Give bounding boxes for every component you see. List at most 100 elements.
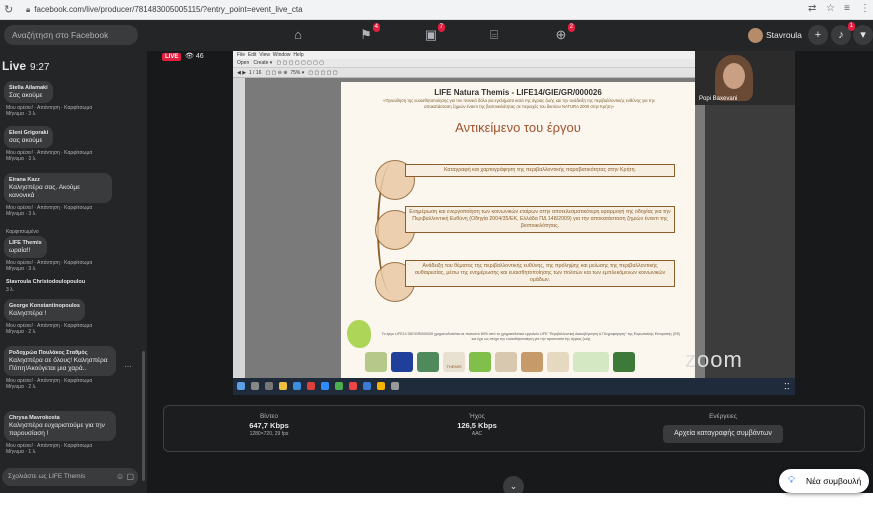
partner-logo bbox=[365, 352, 387, 372]
slide-subtitle: «Προώθηση της ευαισθητοποίησης για τον π… bbox=[383, 98, 655, 109]
author-name[interactable]: Ροδοχρώα Πουλάκος Σταθμός bbox=[9, 349, 111, 357]
message-actions[interactable]: Μου αρέσει! · Απάντηση · Καρφίτσωμα Μήνυμ… bbox=[4, 378, 116, 390]
message-text: Καλησπέρα σας. Ακούμε κανονικά bbox=[9, 184, 81, 199]
create-button[interactable]: + bbox=[808, 25, 828, 45]
message-meta: Μήνυμα · 3 λ. bbox=[6, 211, 37, 217]
app-icon bbox=[307, 382, 315, 390]
marketplace-icon[interactable]: ⌸ bbox=[484, 26, 504, 44]
chrome-icon bbox=[377, 382, 385, 390]
video-resolution: 1280×720, 29 fps bbox=[249, 431, 289, 437]
profile-shortcut[interactable]: Stavroula bbox=[748, 26, 802, 44]
message-meta: Μήνυμα · 3 λ. bbox=[6, 156, 37, 162]
groups-icon[interactable]: ⊕ 2 bbox=[551, 23, 575, 44]
message-actions[interactable]: Μου αρέσει! · Απάντηση · Καρφίτσωμα Μήνυμ… bbox=[4, 205, 112, 217]
comment-input[interactable]: Σχολιάστε ως LIFE Themis ☺ ▢ bbox=[2, 468, 138, 486]
page-bottom bbox=[0, 493, 873, 523]
slide-objective-item: Ανάδειξη του θέματος της περιβαλλοντικής… bbox=[405, 260, 675, 287]
home-icon[interactable]: ⌂ bbox=[288, 26, 308, 44]
windows-start-icon bbox=[237, 382, 245, 390]
slide-page: LIFE Natura Themis - LIFE14/GIE/GR/00002… bbox=[341, 82, 695, 378]
chat-message: George Konstantinopoulos Καλησπέρα ! Μου … bbox=[4, 299, 92, 335]
new-tip-label: Νέα συμβουλή bbox=[806, 476, 862, 486]
pinned-label: Καρφιτσωμένο bbox=[6, 229, 39, 235]
participant-face bbox=[723, 63, 745, 89]
author-name[interactable]: LIFE Themis bbox=[9, 239, 42, 247]
message-meta: Μήνυμα · 2 λ. bbox=[6, 329, 37, 335]
author-name[interactable]: George Konstantinopoulos bbox=[9, 302, 80, 310]
pdf-sidebar bbox=[233, 78, 245, 378]
eu-logo bbox=[391, 352, 413, 372]
comment-placeholder: Σχολιάστε ως LIFE Themis bbox=[8, 473, 86, 480]
gaming-icon[interactable]: ▣ 7 bbox=[421, 23, 445, 44]
search-input[interactable]: Αναζήτηση στο Facebook bbox=[4, 25, 138, 45]
chat-scrollbar[interactable] bbox=[142, 351, 145, 481]
notifications-button[interactable]: ♪ 1 bbox=[831, 22, 855, 45]
author-name[interactable]: Chrysa Mavrokosta bbox=[9, 414, 111, 422]
live-video-preview[interactable]: File Edit View Window Help Open Create ▾… bbox=[233, 51, 795, 395]
partner-logo bbox=[417, 352, 439, 372]
chat-message: Stavroula Christodoulopoulou 3 λ. bbox=[4, 277, 85, 293]
message-bubble: Eirana Kazz Καλησπέρα σας. Ακούμε κανονικ… bbox=[4, 173, 112, 203]
message-actions[interactable]: Μου αρέσει! · Απάντηση · Καρφίτσωμα Μήνυμ… bbox=[4, 323, 92, 335]
message-actions[interactable]: Μου αρέσει! · Απάντηση · Καρφίτσωμα Μήνυμ… bbox=[4, 150, 92, 162]
message-bubble: George Konstantinopoulos Καλησπέρα ! bbox=[4, 299, 85, 321]
star-icon[interactable]: ☆ bbox=[826, 3, 835, 14]
audio-codec: AAC bbox=[471, 431, 483, 437]
message-meta: Μήνυμα · 2 λ. bbox=[6, 384, 37, 390]
lightbulb-icon: 💡︎ bbox=[788, 475, 795, 486]
message-bubble: Ροδοχρώα Πουλάκος Σταθμός Καλησπέρα σε όλ… bbox=[4, 346, 116, 376]
chat-message: Chrysa Mavrokosta Καλησπέρα ευχαριστούμε … bbox=[4, 411, 116, 455]
message-text: Καλησπέρα σε όλους! Καλησπέρα Πόπη!Ακούγ… bbox=[9, 357, 108, 372]
message-actions[interactable]: Μου αρέσει! · Απάντηση · Καρφίτσωμα Μήνυμ… bbox=[4, 105, 92, 117]
viewer-count-value: 46 bbox=[195, 53, 204, 60]
message-text: Καλησπέρα ! bbox=[9, 310, 47, 317]
more-options-icon[interactable]: … bbox=[124, 360, 132, 369]
event-logs-button[interactable]: Αρχεία καταγραφής συμβάντων bbox=[663, 425, 783, 443]
message-actions[interactable]: Μου αρέσει! · Απάντηση · Καρφίτσωμα Μήνυμ… bbox=[4, 443, 116, 455]
audio-bitrate: 126,5 Kbps bbox=[457, 421, 497, 430]
slide-heading: Αντικείμενο του έργου bbox=[455, 120, 581, 135]
new-tip-button[interactable]: 💡︎ Νέα συμβουλή bbox=[779, 469, 869, 493]
reload-icon[interactable]: ↻ bbox=[4, 3, 13, 16]
partner-logo bbox=[495, 352, 517, 372]
task-view-icon bbox=[265, 382, 273, 390]
author-name[interactable]: Eleni Grigoraki bbox=[9, 129, 48, 137]
video-stat: Βίντεο 647,7 Kbps 1280×720, 29 fps bbox=[224, 412, 314, 439]
translate-icon[interactable]: ⇄ bbox=[808, 3, 816, 14]
message-text: Σας ακούμε bbox=[9, 92, 43, 99]
menu-icon[interactable]: ⋮ bbox=[860, 3, 870, 14]
author-name[interactable]: Stella Ailamaki bbox=[9, 84, 48, 92]
chat-message: Καρφιτσωμένο LIFE Themis ωραία!! Μου αρέσ… bbox=[4, 229, 92, 272]
message-text: ωραία!! bbox=[9, 247, 31, 254]
extensions-icon[interactable]: ≡ bbox=[844, 3, 850, 14]
message-meta: Μήνυμα · 3 λ. bbox=[6, 266, 37, 272]
chevron-down-icon: ⌄ bbox=[509, 481, 518, 491]
live-header: Live 9:27 bbox=[2, 59, 49, 73]
system-clock: ▪ ▪ ▪ ▪ bbox=[784, 381, 789, 391]
facebook-header: Αναζήτηση στο Facebook ⌂ ⚑ 4 ▣ 7 ⌸ ⊕ 2 Stav… bbox=[0, 20, 873, 51]
author-name[interactable]: Stavroula Christodoulopoulou bbox=[4, 279, 85, 285]
url-text: facebook.com/live/producer/7814830050051… bbox=[34, 5, 303, 14]
author-name[interactable]: Eirana Kazz bbox=[9, 176, 107, 184]
open-button[interactable]: Open bbox=[237, 60, 249, 66]
app-icon bbox=[335, 382, 343, 390]
flag-icon[interactable]: ⚑ 4 bbox=[356, 23, 380, 44]
partner-logo bbox=[547, 352, 569, 372]
document-area: LIFE Natura Themis - LIFE14/GIE/GR/00002… bbox=[245, 78, 705, 378]
slide-title: LIFE Natura Themis - LIFE14/GIE/GR/00002… bbox=[434, 88, 602, 97]
word-icon bbox=[363, 382, 371, 390]
chat-message: Eleni Grigoraki σας ακούμε Μου αρέσει! · … bbox=[4, 126, 92, 162]
video-bitrate: 647,7 Kbps bbox=[249, 421, 289, 430]
acrobat-icon bbox=[349, 382, 357, 390]
address-bar[interactable]: 🔒︎ facebook.com/live/producer/78148300500… bbox=[26, 3, 786, 17]
user-name: Stavroula bbox=[766, 30, 802, 40]
create-pdf-button[interactable]: Create bbox=[253, 60, 268, 66]
message-bubble: Chrysa Mavrokosta Καλησπέρα ευχαριστούμε … bbox=[4, 411, 116, 441]
account-menu-button[interactable]: ▾ bbox=[853, 25, 873, 45]
groups-badge: 2 bbox=[567, 23, 575, 32]
message-actions[interactable]: Μου αρέσει! · Απάντηση · Καρφίτσωμα Μήνυμ… bbox=[4, 260, 92, 272]
zoom-level[interactable]: 75% bbox=[290, 70, 300, 76]
search-icon bbox=[251, 382, 259, 390]
emoji-icon[interactable]: ☺ ▢ bbox=[116, 468, 134, 486]
partner-logo bbox=[573, 352, 609, 372]
